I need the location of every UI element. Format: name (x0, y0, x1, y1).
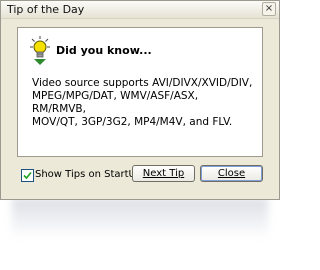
close-label: Close (217, 168, 246, 179)
title-bar[interactable]: Tip of the Day × (1, 1, 279, 19)
close-icon: × (264, 3, 274, 14)
tip-line: MOV/QT, 3GP/3G2, MP4/M4V, and FLV. (32, 116, 233, 128)
tip-text: Video source supports AVI/DIVX/XVID/DIV,… (32, 77, 254, 129)
tip-heading: Did you know... (56, 44, 152, 57)
checkmark-icon (23, 171, 32, 180)
show-tips-checkbox[interactable] (21, 169, 34, 182)
tip-line: MPEG/MPG/DAT, WMV/ASF/ASX, RM/RMVB, (32, 90, 199, 115)
window-shadow (12, 198, 268, 238)
tip-line: Video source supports AVI/DIVX/XVID/DIV, (32, 77, 253, 89)
close-button[interactable]: Close (200, 165, 263, 182)
next-tip-label: Next Tip (142, 168, 185, 179)
tip-of-the-day-dialog: Tip of the Day × Did you know... Video s… (0, 0, 280, 200)
tip-panel: Did you know... Video source supports AV… (17, 27, 263, 157)
next-tip-button[interactable]: Next Tip (132, 165, 195, 182)
lightbulb-icon (30, 36, 50, 65)
window-title: Tip of the Day (7, 3, 85, 16)
close-window-button[interactable]: × (262, 2, 276, 16)
show-tips-label: Show Tips on StartUp (35, 169, 143, 180)
